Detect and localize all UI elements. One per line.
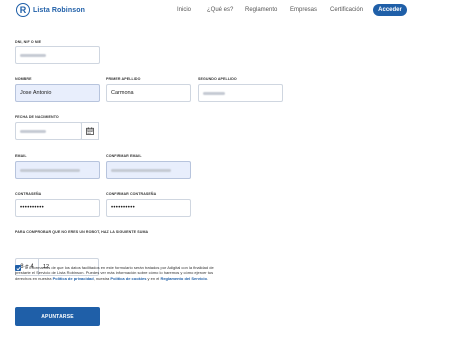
confirmar-password-label: Confirmar contraseña (106, 192, 157, 196)
dni-field[interactable] (15, 46, 100, 64)
primer-apellido-label: Primer apellido (106, 77, 141, 81)
brand-name: Lista Robinson (33, 6, 85, 14)
nav-link-inicio[interactable]: Inicio (177, 7, 191, 13)
obscured-value (20, 129, 46, 133)
dni-label: DNI, NIF o NIE (15, 40, 42, 44)
brand-logo-icon: R (16, 3, 30, 17)
consent-text: Te informamos de que los datos facilitad… (15, 265, 215, 281)
segundo-apellido-field[interactable] (198, 84, 283, 102)
captcha-label: Para comprobar que no eres un robot, haz… (15, 230, 149, 234)
password-field[interactable]: •••••••••• (15, 199, 100, 217)
cookies-policy-link[interactable]: Política de cookies (110, 276, 146, 281)
nav-link-que-es[interactable]: ¿Qué es? (207, 7, 233, 13)
nombre-label: Nombre (15, 77, 32, 81)
segundo-apellido-label: Segundo apellido (198, 77, 237, 81)
fecha-nacimiento-field[interactable] (15, 122, 82, 140)
brand[interactable]: R Lista Robinson (16, 3, 85, 17)
obscured-value (111, 168, 171, 172)
consent-text-part: y en el (146, 275, 161, 281)
confirmar-email-field[interactable] (106, 161, 191, 179)
calendar-button[interactable] (81, 122, 99, 140)
nav-link-reglamento[interactable]: Reglamento (245, 7, 277, 13)
login-button[interactable]: Acceder (373, 4, 407, 16)
nombre-field[interactable]: Jose Antonio (15, 84, 100, 102)
calendar-icon (86, 127, 94, 135)
top-nav: R Lista Robinson Inicio ¿Qué es? Reglame… (0, 0, 450, 22)
fecha-nacimiento-label: Fecha de nacimiento (15, 115, 59, 119)
consent-text-part: . (206, 275, 209, 281)
confirmar-password-field[interactable]: •••••••••• (106, 199, 191, 217)
registration-form: DNI, NIF o NIE Nombre Jose Antonio Prime… (0, 22, 450, 338)
password-label: Contraseña (15, 192, 42, 196)
email-field[interactable] (15, 161, 100, 179)
obscured-value (203, 91, 225, 95)
reglamento-link[interactable]: Reglamento del Servicio (160, 276, 206, 281)
confirmar-email-label: Confirmar email (106, 154, 142, 158)
nav-link-empresas[interactable]: Empresas (290, 7, 317, 13)
privacy-policy-link[interactable]: Política de privacidad (53, 276, 94, 281)
nav-link-certificacion[interactable]: Certificación (330, 7, 363, 13)
obscured-value (20, 168, 80, 172)
obscured-value (20, 53, 46, 57)
email-label: Email (15, 154, 27, 158)
primer-apellido-field[interactable]: Carmona (106, 84, 191, 102)
apuntarse-button[interactable]: Apuntarse (15, 307, 100, 326)
consent-text-part: , nuestra (93, 275, 111, 281)
